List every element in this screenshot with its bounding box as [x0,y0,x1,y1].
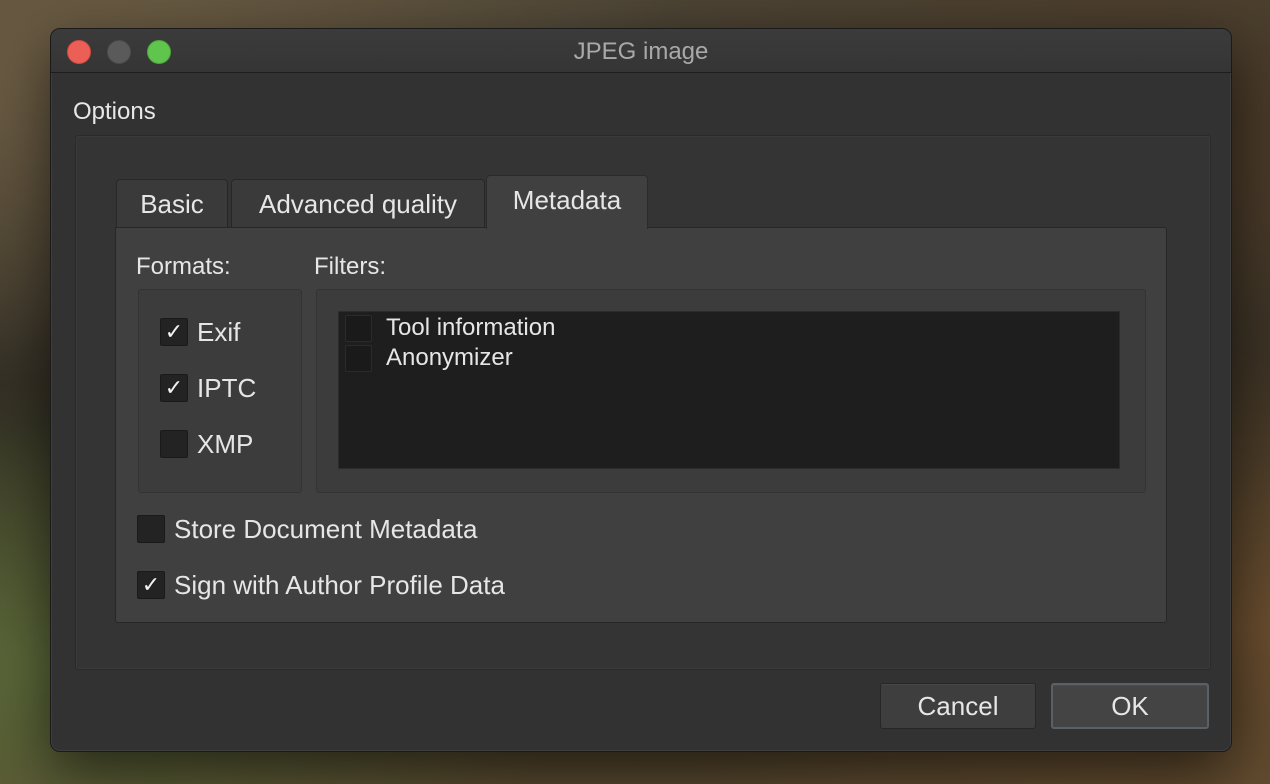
formats-label: Formats: [136,253,231,280]
store-document-metadata-checkbox[interactable] [137,515,165,543]
xmp-checkbox[interactable] [160,430,188,458]
anonymizer-label[interactable]: Anonymizer [386,344,513,372]
iptc-checkbox[interactable]: ✓ [160,374,188,402]
tab-metadata[interactable]: Metadata [486,175,648,229]
tab-basic[interactable]: Basic [116,179,228,227]
tab-advanced-quality[interactable]: Advanced quality [231,179,485,227]
cancel-button[interactable]: Cancel [880,683,1036,729]
sign-author-profile-label[interactable]: Sign with Author Profile Data [174,570,505,601]
iptc-label[interactable]: IPTC [197,373,256,404]
ok-button[interactable]: OK [1051,683,1209,729]
window-title: JPEG image [573,38,709,65]
filters-label: Filters: [314,253,386,280]
exif-checkbox[interactable]: ✓ [160,318,188,346]
tool-information-checkbox[interactable] [345,315,372,342]
metadata-tab-panel: Formats: Filters: ✓ Exif ✓ IPTC XMP Tool… [115,227,1167,623]
store-document-metadata-label[interactable]: Store Document Metadata [174,514,478,545]
anonymizer-checkbox[interactable] [345,345,372,372]
tool-information-label[interactable]: Tool information [386,314,555,342]
title-bar[interactable]: JPEG image [51,29,1231,73]
jpeg-export-dialog: JPEG image Options Basic Advanced qualit… [50,28,1232,752]
exif-label[interactable]: Exif [197,317,240,348]
sign-author-profile-checkbox[interactable]: ✓ [137,571,165,599]
filters-list[interactable]: Tool information Anonymizer [338,311,1120,469]
filters-group: Tool information Anonymizer [316,289,1146,493]
formats-group: ✓ Exif ✓ IPTC XMP [138,289,302,493]
xmp-label[interactable]: XMP [197,429,253,460]
options-label: Options [73,98,156,125]
